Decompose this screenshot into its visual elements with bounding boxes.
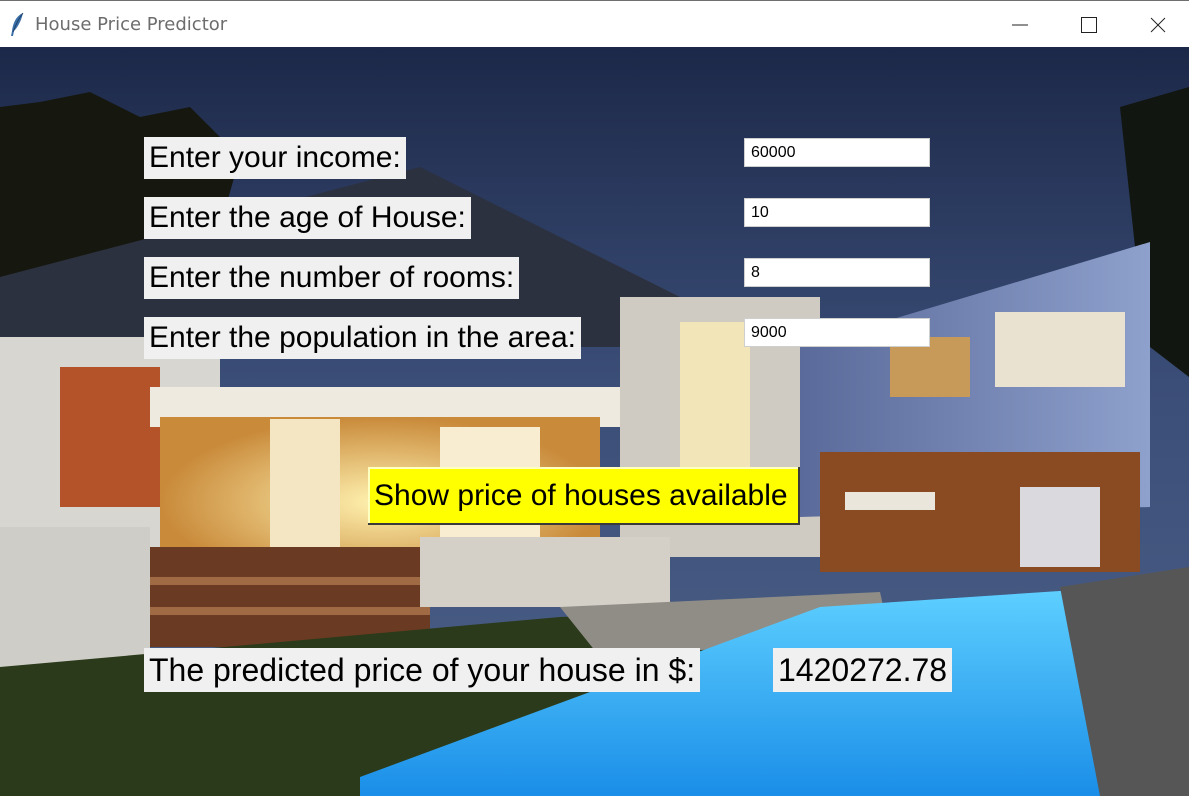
house-age-field[interactable] — [744, 198, 930, 227]
minimize-icon — [1012, 24, 1028, 26]
rooms-field[interactable] — [744, 258, 930, 287]
maximize-button[interactable] — [1054, 1, 1124, 48]
show-price-button[interactable]: Show price of houses available — [368, 467, 800, 525]
title-bar: House Price Predictor — [0, 0, 1189, 47]
population-label: Enter the population in the area: — [144, 317, 581, 359]
close-button[interactable] — [1123, 1, 1189, 48]
feather-icon — [8, 12, 28, 38]
window-title: House Price Predictor — [35, 14, 228, 35]
close-icon — [1150, 17, 1166, 33]
predicted-price-label: The predicted price of your house in $: — [144, 648, 701, 692]
income-field[interactable] — [744, 138, 930, 167]
predicted-price-value: 1420272.78 — [773, 648, 953, 692]
house-age-label: Enter the age of House: — [144, 197, 471, 239]
app-canvas: Enter your income: Enter the age of Hous… — [0, 47, 1189, 796]
income-label: Enter your income: — [144, 137, 406, 179]
minimize-button[interactable] — [985, 1, 1055, 48]
population-field[interactable] — [744, 318, 930, 347]
rooms-label: Enter the number of rooms: — [144, 257, 520, 299]
maximize-icon — [1081, 17, 1097, 33]
